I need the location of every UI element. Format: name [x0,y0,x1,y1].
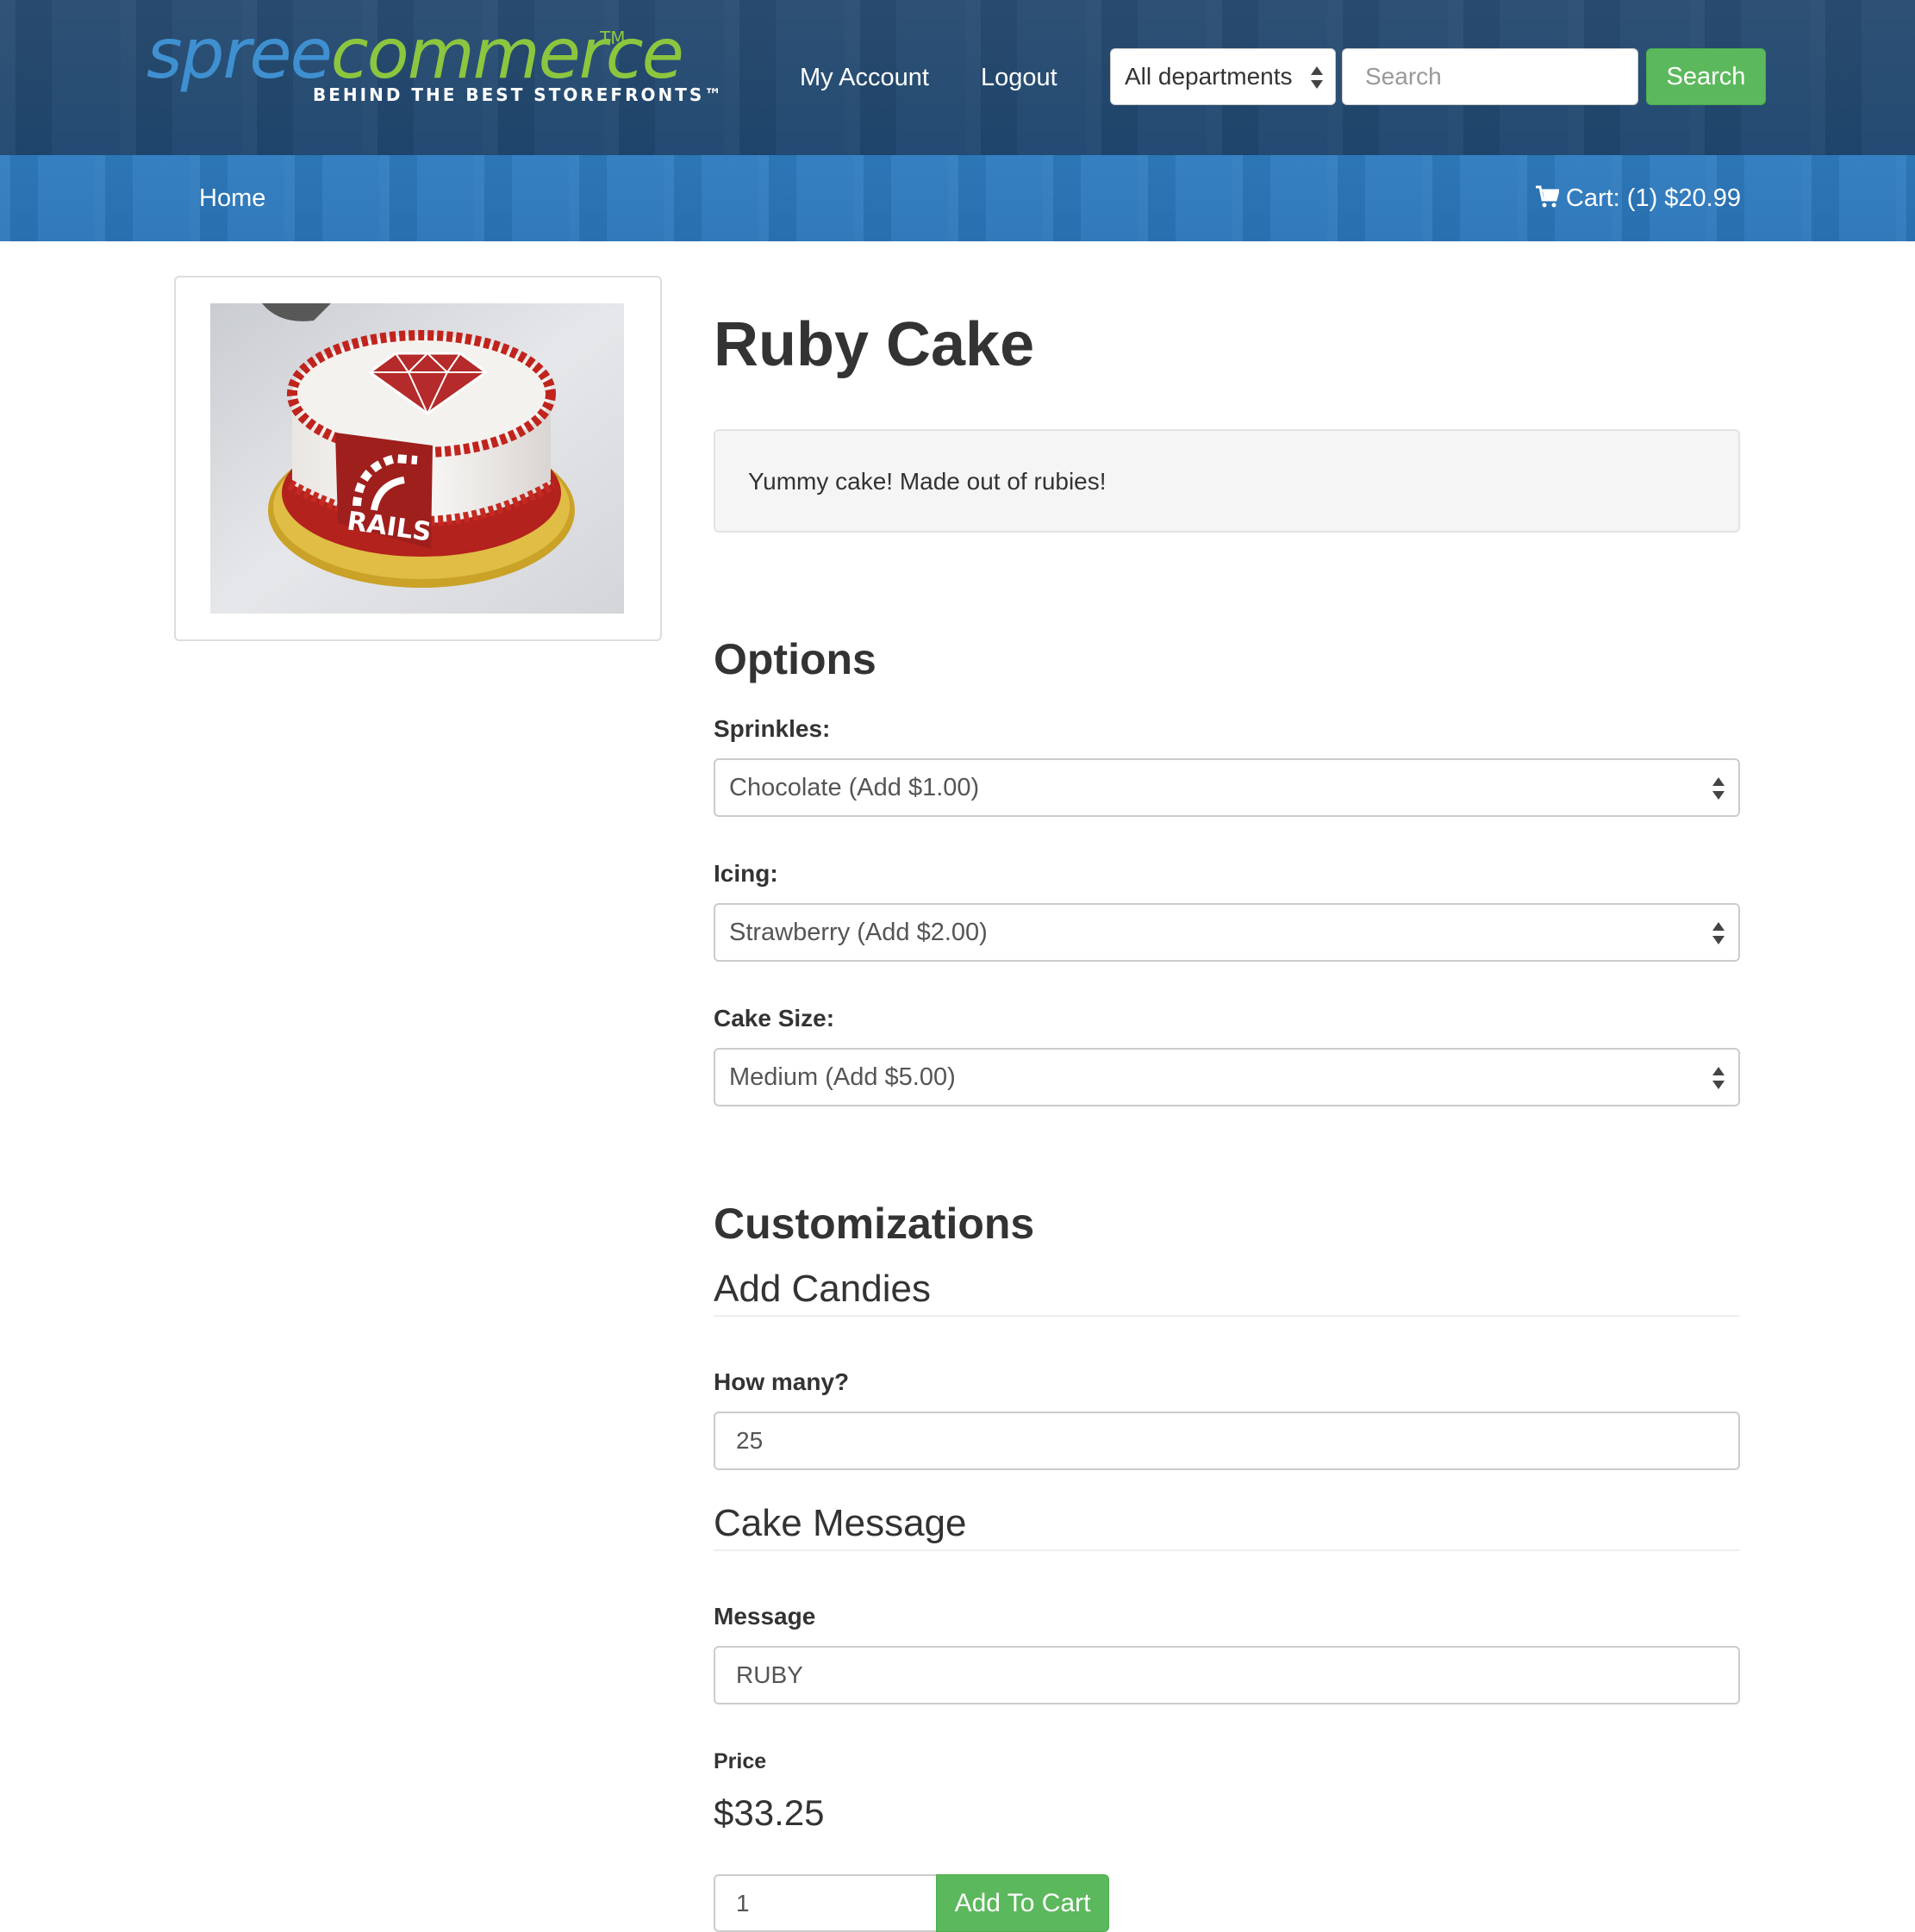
main-nav-bar: Home Cart: (1) $20.99 [0,155,1915,241]
divider [714,1549,1740,1551]
select-arrows-icon [1712,1065,1725,1091]
cart-summary: Cart: (1) $20.99 [1565,184,1741,212]
message-label: Message [714,1603,816,1630]
department-select[interactable]: All departments [1110,48,1336,105]
add-candies-heading: Add Candies [714,1268,931,1310]
spree-commerce-logo[interactable]: spreecommerce TM BEHIND THE BEST STOREFR… [147,16,721,110]
product-image[interactable]: RAILS [210,303,624,614]
select-arrows-icon [1712,776,1725,801]
logo-trademark: TM [600,28,626,48]
customizations-heading: Customizations [714,1200,1035,1248]
sprinkles-select-value: Chocolate (Add $1.00) [729,774,980,801]
logo-tagline: BEHIND THE BEST STOREFRONTS™ [313,84,725,105]
cake-message-heading: Cake Message [714,1502,967,1544]
quantity-input[interactable] [714,1874,936,1932]
add-to-cart-button[interactable]: Add To Cart [936,1874,1109,1932]
product-description: Yummy cake! Made out of rubies! [714,429,1740,533]
price-value: $33.25 [714,1792,825,1833]
search-input[interactable] [1342,48,1638,105]
divider [714,1315,1740,1317]
sprinkles-select[interactable]: Chocolate (Add $1.00) [714,758,1740,817]
product-image-frame: RAILS [174,276,662,641]
search-button[interactable]: Search [1646,48,1766,105]
department-select-value: All departments [1125,63,1293,90]
cake-size-label: Cake Size: [714,1005,835,1031]
options-heading: Options [714,635,876,683]
candies-quantity-input[interactable] [714,1412,1740,1470]
logout-link[interactable]: Logout [981,60,1057,95]
icing-select[interactable]: Strawberry (Add $2.00) [714,903,1740,962]
price-label: Price [714,1749,767,1773]
top-header: spreecommerce TM BEHIND THE BEST STOREFR… [0,0,1915,155]
icing-select-value: Strawberry (Add $2.00) [729,919,988,946]
home-link[interactable]: Home [199,181,265,215]
sprinkles-label: Sprinkles: [714,715,831,742]
cake-message-input[interactable] [714,1646,1740,1705]
icing-label: Icing: [714,860,778,887]
product-title: Ruby Cake [714,310,1035,379]
cart-link[interactable]: Cart: (1) $20.99 [1535,181,1741,215]
shopping-cart-icon [1535,185,1559,208]
my-account-link[interactable]: My Account [800,60,929,95]
cake-size-select-value: Medium (Add $5.00) [729,1063,956,1091]
how-many-label: How many? [714,1368,850,1395]
select-arrows-icon [1311,65,1323,90]
cake-size-select[interactable]: Medium (Add $5.00) [714,1048,1740,1106]
select-arrows-icon [1712,920,1725,946]
